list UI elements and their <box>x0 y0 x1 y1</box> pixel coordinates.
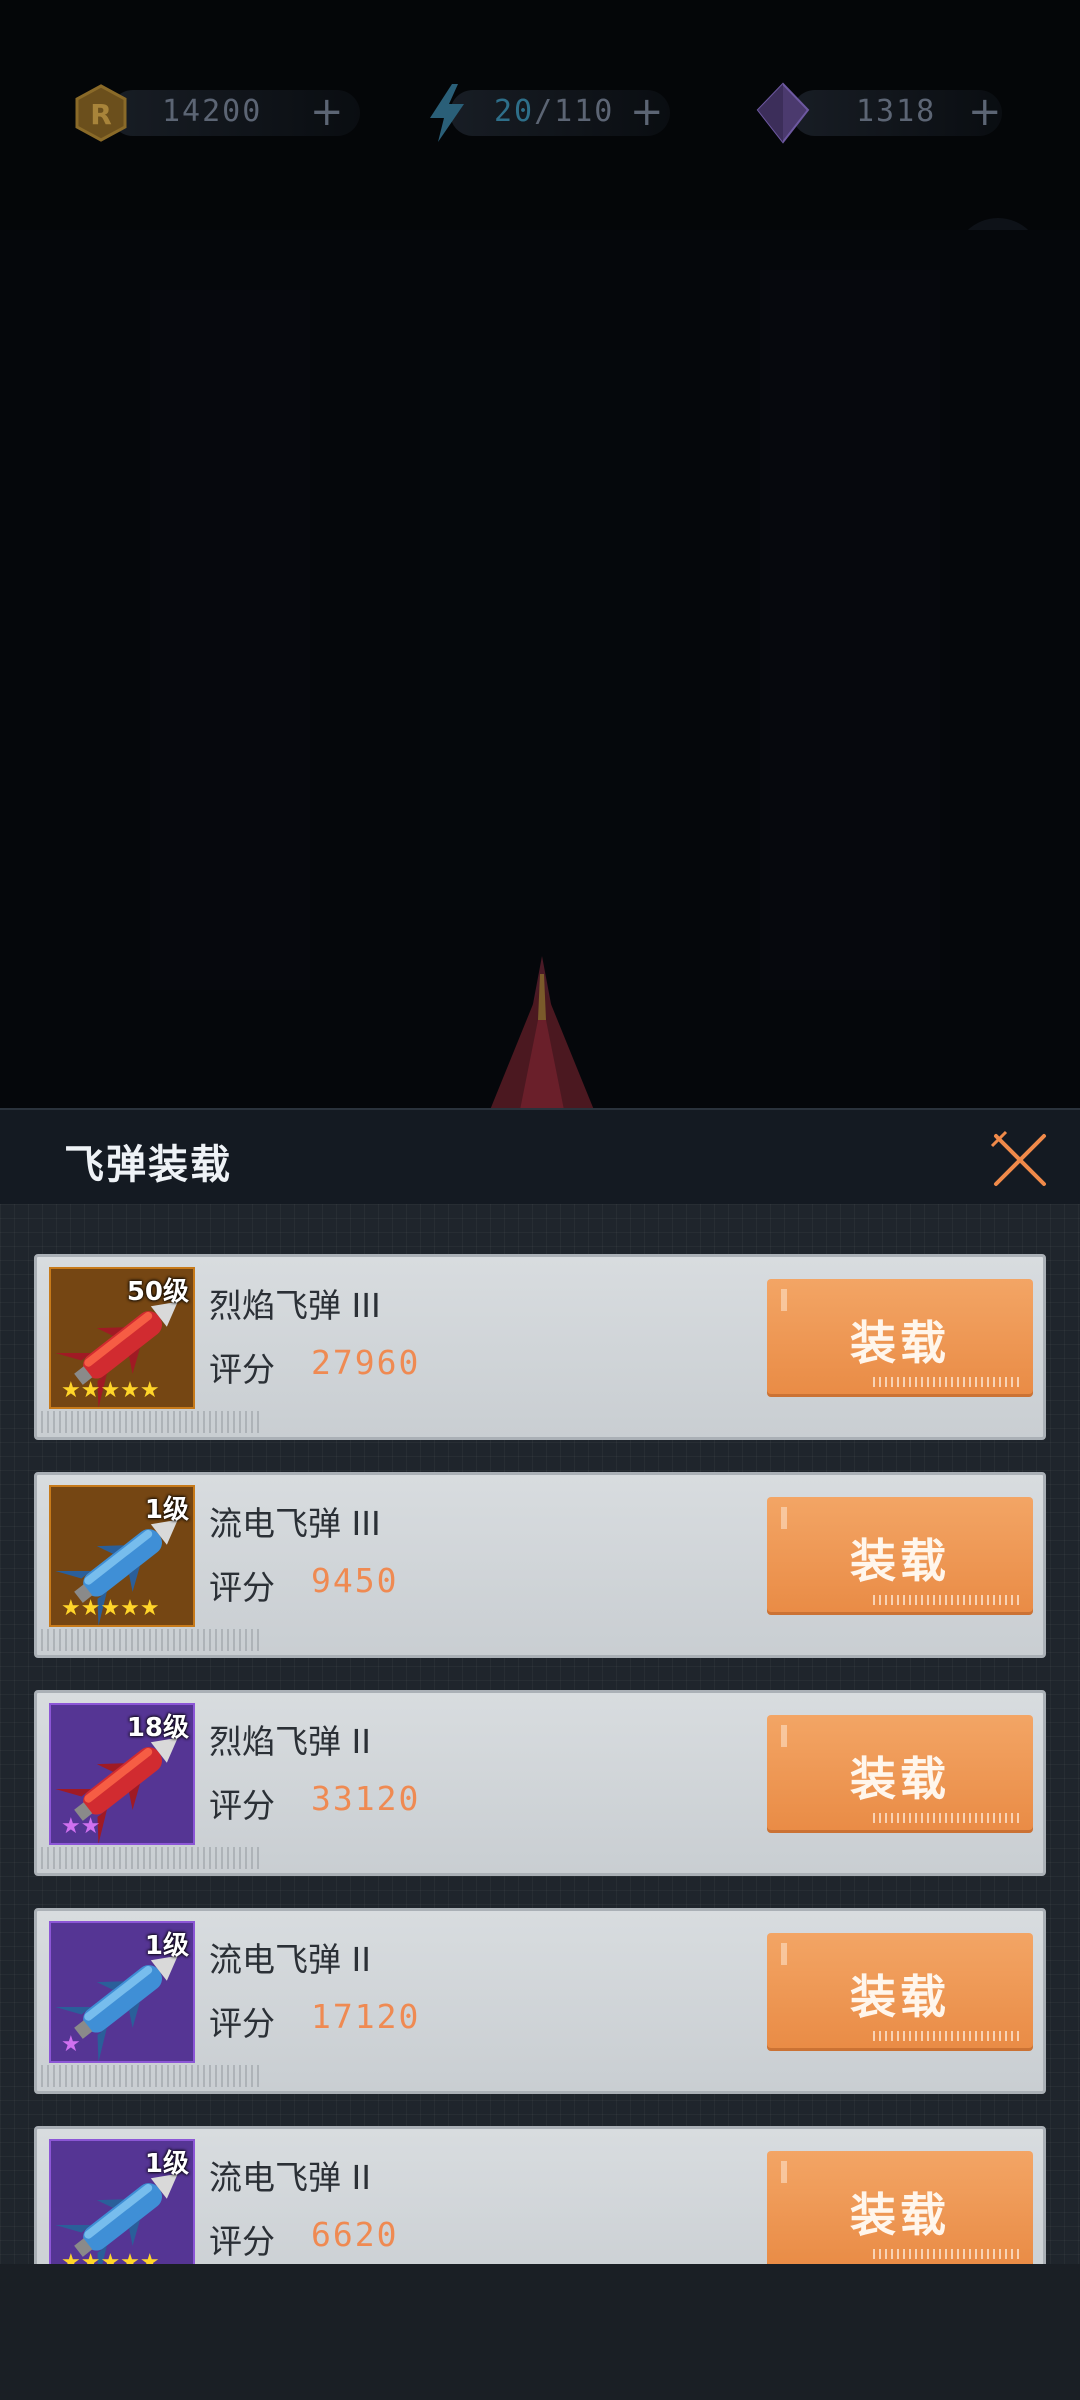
missile-card[interactable]: 1级 ★ 流电飞弹 II 评分 17120 装载 <box>34 1908 1046 2094</box>
barcode-decoration <box>41 2065 261 2087</box>
button-dots-decoration <box>873 1377 1023 1387</box>
energy-current: 20 <box>494 94 535 129</box>
missile-score: 6620 <box>311 2215 399 2254</box>
missile-card[interactable]: 18级 ★★ 烈焰飞弹 II 评分 33120 装载 <box>34 1690 1046 1876</box>
coin-amount: 14200 <box>162 94 263 129</box>
equip-button[interactable]: 装载 <box>767 1497 1033 1615</box>
missile-thumbnail: 1级 ★★★★★ <box>49 1485 195 1627</box>
svg-text:R: R <box>90 98 112 131</box>
close-button[interactable] <box>990 1130 1050 1190</box>
missile-score: 27960 <box>311 1343 421 1382</box>
missile-score: 9450 <box>311 1561 399 1600</box>
energy-amount: 20/110 <box>494 94 614 129</box>
missile-thumbnail: 50级 ★★★★★ <box>49 1267 195 1409</box>
missile-level: 1级 <box>144 1931 189 1961</box>
missile-card[interactable]: 1级 ★★★★★ 流电飞弹 III 评分 9450 装载 <box>34 1472 1046 1658</box>
score-label: 评分 <box>209 1350 275 1389</box>
gem-amount: 1318 <box>856 94 937 129</box>
equip-button-label: 装载 <box>850 1970 950 2024</box>
missile-stars: ★★ <box>61 1814 101 1839</box>
energy-add-button[interactable]: + <box>630 86 664 138</box>
missile-stars: ★★★★★ <box>61 2250 160 2265</box>
equip-button-label: 装载 <box>850 2188 950 2242</box>
button-dots-decoration <box>873 1813 1023 1823</box>
button-dots-decoration <box>873 2249 1023 2259</box>
panel-header: 飞弹装载 <box>0 1108 1080 1206</box>
button-dots-decoration <box>873 1595 1023 1605</box>
battle-scene <box>0 230 1080 1110</box>
barcode-decoration <box>41 1411 261 1433</box>
missile-thumbnail: 1级 ★ <box>49 1921 195 2063</box>
missile-list[interactable]: 50级 ★★★★★ 烈焰飞弹 III 评分 27960 装载 1级 ★★★★★ … <box>0 1240 1080 2264</box>
coin-icon: R <box>70 82 132 144</box>
missile-name: 流电飞弹 II <box>209 1940 371 1979</box>
missile-stars: ★★★★★ <box>61 1596 160 1621</box>
barcode-decoration <box>41 1629 261 1651</box>
missile-score: 33120 <box>311 1779 421 1818</box>
crystal-icon <box>752 82 814 144</box>
missile-level: 1级 <box>144 1495 189 1525</box>
score-label: 评分 <box>209 2222 275 2261</box>
missile-name: 流电飞弹 III <box>209 1504 381 1543</box>
missile-level: 1级 <box>144 2149 189 2179</box>
equip-button[interactable]: 装载 <box>767 1715 1033 1833</box>
missile-level: 50级 <box>126 1277 189 1307</box>
close-icon <box>990 1130 1046 1186</box>
equip-button-label: 装载 <box>850 1316 950 1370</box>
missile-thumbnail: 18级 ★★ <box>49 1703 195 1845</box>
coin-add-button[interactable]: + <box>310 86 344 138</box>
button-dots-decoration <box>873 2031 1023 2041</box>
missile-thumbnail: 1级 ★★★★★ <box>49 2139 195 2264</box>
coin-resource: R 14200 + <box>70 82 370 144</box>
missile-score: 17120 <box>311 1997 421 2036</box>
equip-button[interactable]: 装载 <box>767 2151 1033 2264</box>
footer-bar <box>0 2264 1080 2400</box>
lightning-icon <box>416 82 478 144</box>
score-label: 评分 <box>209 1786 275 1825</box>
energy-max: /110 <box>534 94 615 129</box>
missile-card[interactable]: 1级 ★★★★★ 流电飞弹 II 评分 6620 装载 <box>34 2126 1046 2264</box>
panel-title: 飞弹装载 <box>64 1142 232 1188</box>
equip-button-label: 装载 <box>850 1534 950 1588</box>
gem-resource: 1318 + <box>752 82 1012 144</box>
missile-level: 18级 <box>126 1713 189 1743</box>
barcode-decoration <box>41 1847 261 1869</box>
gem-add-button[interactable]: + <box>968 86 1002 138</box>
missile-stars: ★ <box>61 2032 81 2057</box>
missile-name: 烈焰飞弹 II <box>209 1722 371 1761</box>
score-label: 评分 <box>209 2004 275 2043</box>
missile-stars: ★★★★★ <box>61 1378 160 1403</box>
score-label: 评分 <box>209 1568 275 1607</box>
equip-button[interactable]: 装载 <box>767 1933 1033 2051</box>
missile-name: 流电飞弹 II <box>209 2158 371 2197</box>
missile-card[interactable]: 50级 ★★★★★ 烈焰飞弹 III 评分 27960 装载 <box>34 1254 1046 1440</box>
equip-button-label: 装载 <box>850 1752 950 1806</box>
equip-button[interactable]: 装载 <box>767 1279 1033 1397</box>
missile-name: 烈焰飞弹 III <box>209 1286 381 1325</box>
energy-resource: 20/110 + <box>420 82 680 144</box>
resource-bar: R 14200 + 20/110 + 1318 + <box>0 0 1080 326</box>
